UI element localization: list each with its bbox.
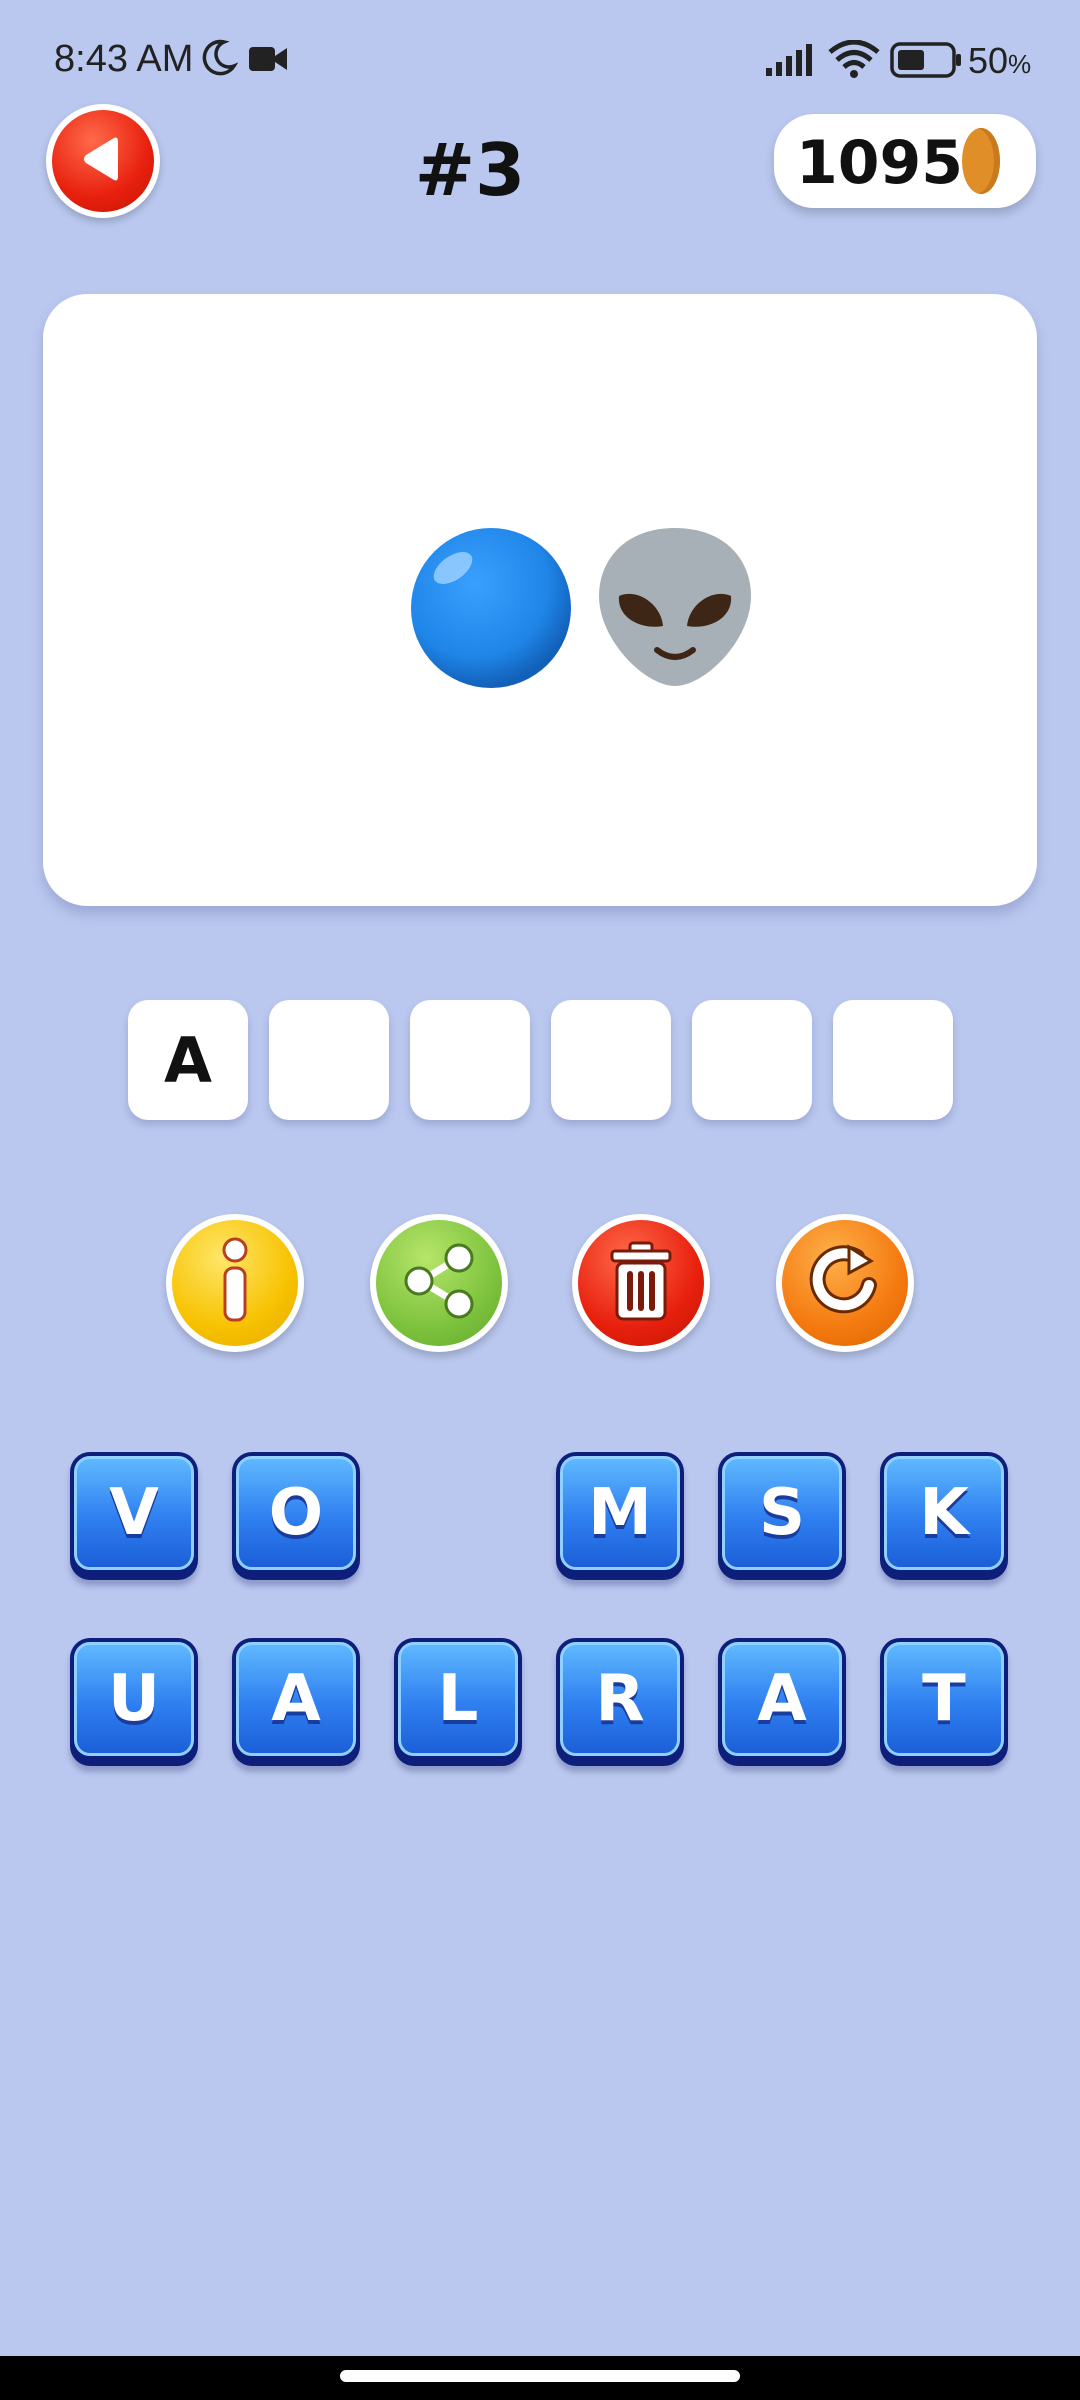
letter-tile[interactable]: K [880,1452,1008,1580]
letter-tile[interactable]: R [556,1638,684,1766]
delete-button[interactable] [572,1214,710,1352]
coin-icon [962,128,1000,194]
alien-emoji [599,528,751,686]
answer-slot[interactable] [551,1000,671,1120]
letter-tile[interactable]: A [232,1638,360,1766]
answer-slot[interactable] [269,1000,389,1120]
coin-count: 1095 [796,128,963,198]
letter-tile[interactable]: V [70,1452,198,1580]
refresh-icon [805,1241,885,1325]
letter-tile[interactable]: L [394,1638,522,1766]
share-icon [399,1241,479,1325]
share-button[interactable] [370,1214,508,1352]
letter-tile[interactable]: S [718,1452,846,1580]
letter-tile[interactable]: O [232,1452,360,1580]
answer-slots: A [128,1000,953,1120]
emoji-clues [405,518,765,692]
battery-icon [890,42,962,82]
navigation-bar [0,2356,1080,2400]
answer-slot[interactable] [833,1000,953,1120]
blue-circle-emoji [411,528,571,688]
game-screen: 8:43 AM 50% #3 1095 A V O M S K U A L R … [0,0,1080,2400]
letter-tile[interactable]: A [718,1638,846,1766]
wifi-icon [828,39,880,82]
answer-slot[interactable] [692,1000,812,1120]
letter-tile[interactable]: T [880,1638,1008,1766]
hint-button[interactable] [166,1214,304,1352]
info-icon [205,1236,265,1330]
status-bar: 8:43 AM 50% [0,0,1080,120]
answer-slot[interactable] [410,1000,530,1120]
coin-counter: 1095 [774,114,1036,208]
shuffle-button[interactable] [776,1214,914,1352]
emoji-puzzle-card [43,294,1037,906]
status-time: 8:43 AM [54,38,194,80]
battery-percent: 50% [968,40,1032,81]
trash-icon [606,1241,676,1325]
letter-tile[interactable]: U [70,1638,198,1766]
home-gesture-handle[interactable] [340,2370,740,2382]
answer-slot[interactable]: A [128,1000,248,1120]
video-camera-icon [248,44,288,78]
letter-tile[interactable]: M [556,1452,684,1580]
signal-icon [766,44,816,80]
moon-icon [198,38,239,82]
